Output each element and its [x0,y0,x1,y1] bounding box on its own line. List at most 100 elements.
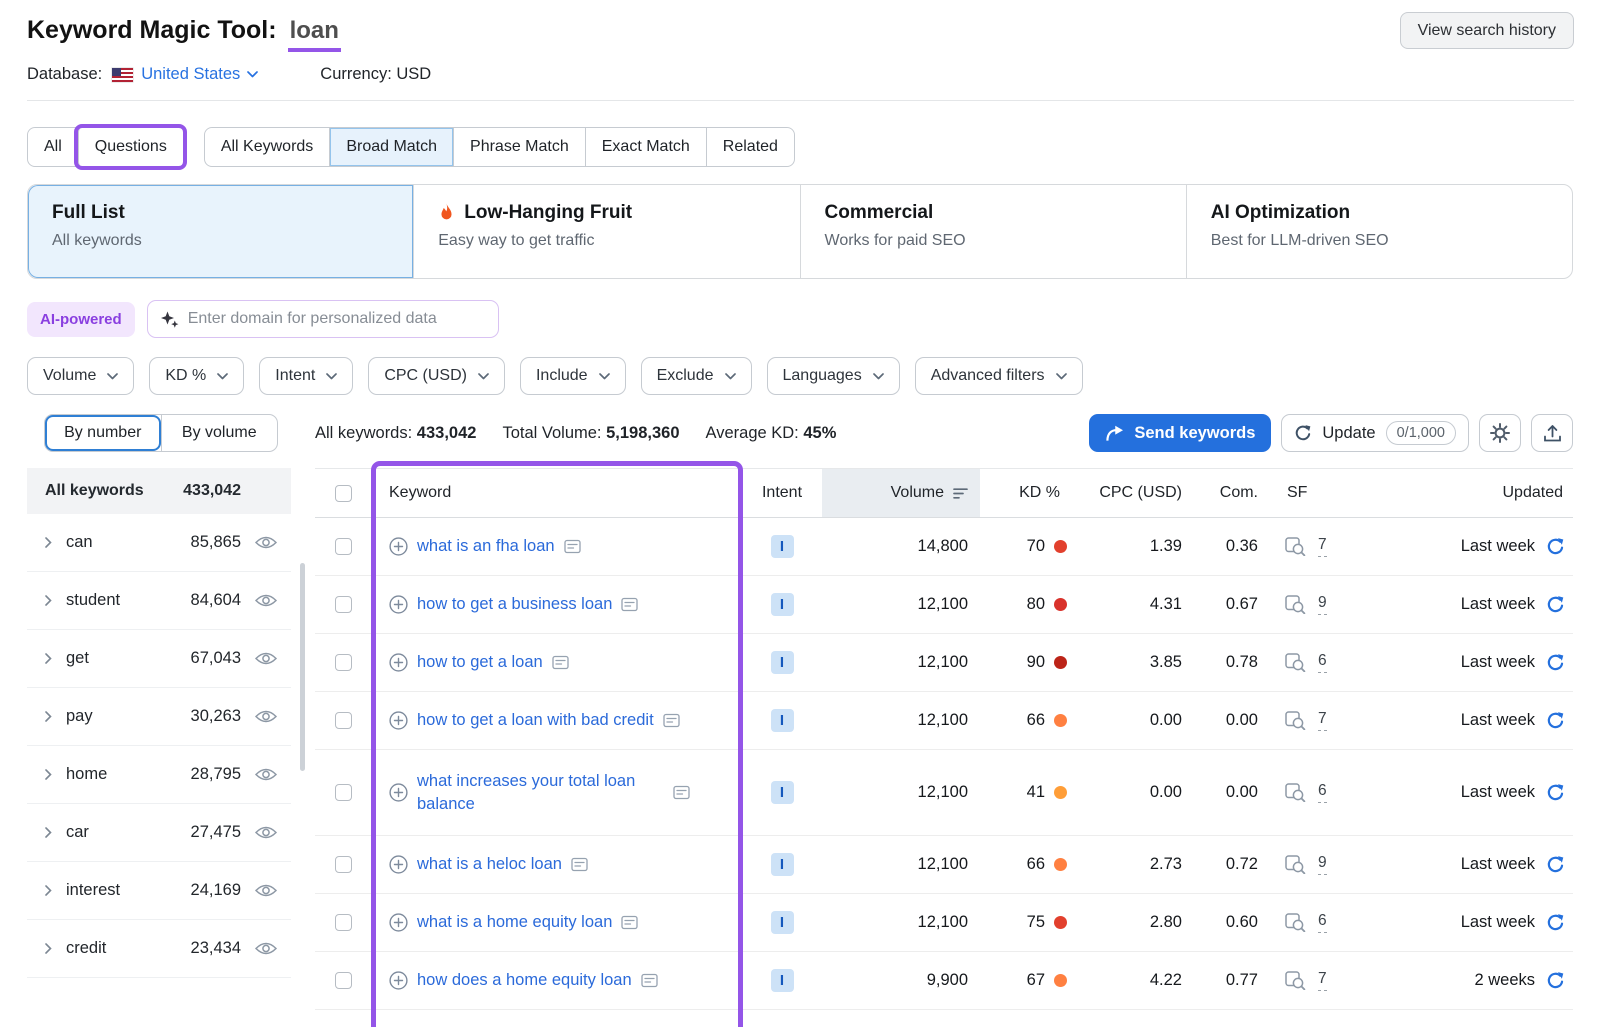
filter-include[interactable]: Include [520,357,626,395]
eye-icon[interactable] [255,941,277,956]
card-commercial[interactable]: Commercial Works for paid SEO [800,185,1186,278]
add-keyword-icon[interactable] [389,537,408,556]
sf-count[interactable]: 6 [1318,912,1327,933]
card-full-list[interactable]: Full List All keywords [28,185,413,278]
tab-all-keywords[interactable]: All Keywords [205,128,329,166]
toggle-by-number[interactable]: By number [45,415,161,451]
sidebar-group-credit[interactable]: credit 23,434 [27,920,291,978]
filter-languages[interactable]: Languages [767,357,900,395]
sf-count[interactable]: 7 [1318,710,1327,731]
refresh-icon[interactable] [1546,971,1565,990]
keyword-link[interactable]: how to get a business loan [417,593,612,615]
row-checkbox[interactable] [335,538,352,555]
keyword-link[interactable]: what is a home equity loan [417,911,612,933]
eye-icon[interactable] [255,709,277,724]
sf-count[interactable]: 7 [1318,970,1327,991]
add-keyword-icon[interactable] [389,913,408,932]
serp-features-icon[interactable] [1285,653,1306,672]
card-ai-optimization[interactable]: AI Optimization Best for LLM-driven SEO [1186,185,1572,278]
serp-preview-icon[interactable] [571,857,588,872]
eye-icon[interactable] [255,593,277,608]
filter-volume[interactable]: Volume [27,357,134,395]
serp-features-icon[interactable] [1285,595,1306,614]
toggle-by-volume[interactable]: By volume [161,415,278,451]
serp-preview-icon[interactable] [663,713,680,728]
column-header-volume[interactable]: Volume [822,469,980,517]
serp-preview-icon[interactable] [673,785,690,800]
serp-features-icon[interactable] [1285,537,1306,556]
chevron-right-icon[interactable] [45,537,52,548]
serp-preview-icon[interactable] [564,539,581,554]
sf-count[interactable]: 9 [1318,854,1327,875]
eye-icon[interactable] [255,825,277,840]
row-checkbox[interactable] [335,712,352,729]
serp-features-icon[interactable] [1285,855,1306,874]
serp-preview-icon[interactable] [621,915,638,930]
table-settings-button[interactable] [1479,414,1521,452]
chevron-right-icon[interactable] [45,885,52,896]
serp-features-icon[interactable] [1285,711,1306,730]
tab-all[interactable]: All [28,128,78,166]
refresh-icon[interactable] [1546,595,1565,614]
add-keyword-icon[interactable] [389,855,408,874]
card-low-hanging-fruit[interactable]: Low-Hanging Fruit Easy way to get traffi… [413,185,799,278]
serp-features-icon[interactable] [1285,913,1306,932]
sf-count[interactable]: 7 [1318,536,1327,557]
add-keyword-icon[interactable] [389,595,408,614]
keyword-link[interactable]: how does a home equity loan [417,969,632,991]
sidebar-group-can[interactable]: can 85,865 [27,514,291,572]
keyword-link[interactable]: how to get a loan with bad credit [417,709,654,731]
sidebar-scrollbar[interactable] [300,563,305,771]
refresh-icon[interactable] [1546,653,1565,672]
filter-kd[interactable]: KD % [149,357,244,395]
chevron-right-icon[interactable] [45,943,52,954]
refresh-icon[interactable] [1546,913,1565,932]
keyword-link[interactable]: what is an fha loan [417,535,555,557]
eye-icon[interactable] [255,767,277,782]
serp-preview-icon[interactable] [552,655,569,670]
domain-input[interactable] [188,310,486,328]
chevron-right-icon[interactable] [45,827,52,838]
add-keyword-icon[interactable] [389,971,408,990]
keyword-link[interactable]: how to get a loan [417,651,543,673]
database-selector[interactable]: United States [141,65,258,84]
filter-advanced[interactable]: Advanced filters [915,357,1083,395]
view-search-history-button[interactable]: View search history [1400,12,1574,49]
export-button[interactable] [1531,414,1573,452]
row-checkbox[interactable] [335,914,352,931]
tab-phrase-match[interactable]: Phrase Match [453,128,585,166]
tab-questions[interactable]: Questions [78,128,183,166]
sf-count[interactable]: 6 [1318,652,1327,673]
filter-intent[interactable]: Intent [259,357,353,395]
row-checkbox[interactable] [335,856,352,873]
sidebar-group-student[interactable]: student 84,604 [27,572,291,630]
add-keyword-icon[interactable] [389,783,408,802]
eye-icon[interactable] [255,651,277,666]
chevron-right-icon[interactable] [45,711,52,722]
add-keyword-icon[interactable] [389,711,408,730]
row-checkbox[interactable] [335,654,352,671]
sidebar-group-get[interactable]: get 67,043 [27,630,291,688]
chevron-right-icon[interactable] [45,653,52,664]
refresh-icon[interactable] [1546,855,1565,874]
sidebar-group-interest[interactable]: interest 24,169 [27,862,291,920]
row-checkbox[interactable] [335,972,352,989]
sidebar-group-home[interactable]: home 28,795 [27,746,291,804]
filter-exclude[interactable]: Exclude [641,357,752,395]
serp-preview-icon[interactable] [641,973,658,988]
row-checkbox[interactable] [335,784,352,801]
refresh-icon[interactable] [1546,537,1565,556]
keyword-link[interactable]: what is a heloc loan [417,853,562,875]
sidebar-group-car[interactable]: car 27,475 [27,804,291,862]
tab-exact-match[interactable]: Exact Match [585,128,706,166]
filter-cpc[interactable]: CPC (USD) [368,357,505,395]
serp-features-icon[interactable] [1285,971,1306,990]
tab-related[interactable]: Related [706,128,794,166]
select-all-checkbox[interactable] [335,485,352,502]
sf-count[interactable]: 6 [1318,782,1327,803]
serp-features-icon[interactable] [1285,783,1306,802]
sf-count[interactable]: 9 [1318,594,1327,615]
eye-icon[interactable] [255,535,277,550]
tab-broad-match[interactable]: Broad Match [329,128,453,166]
keyword-link[interactable]: what increases your total loan balance [417,770,664,815]
